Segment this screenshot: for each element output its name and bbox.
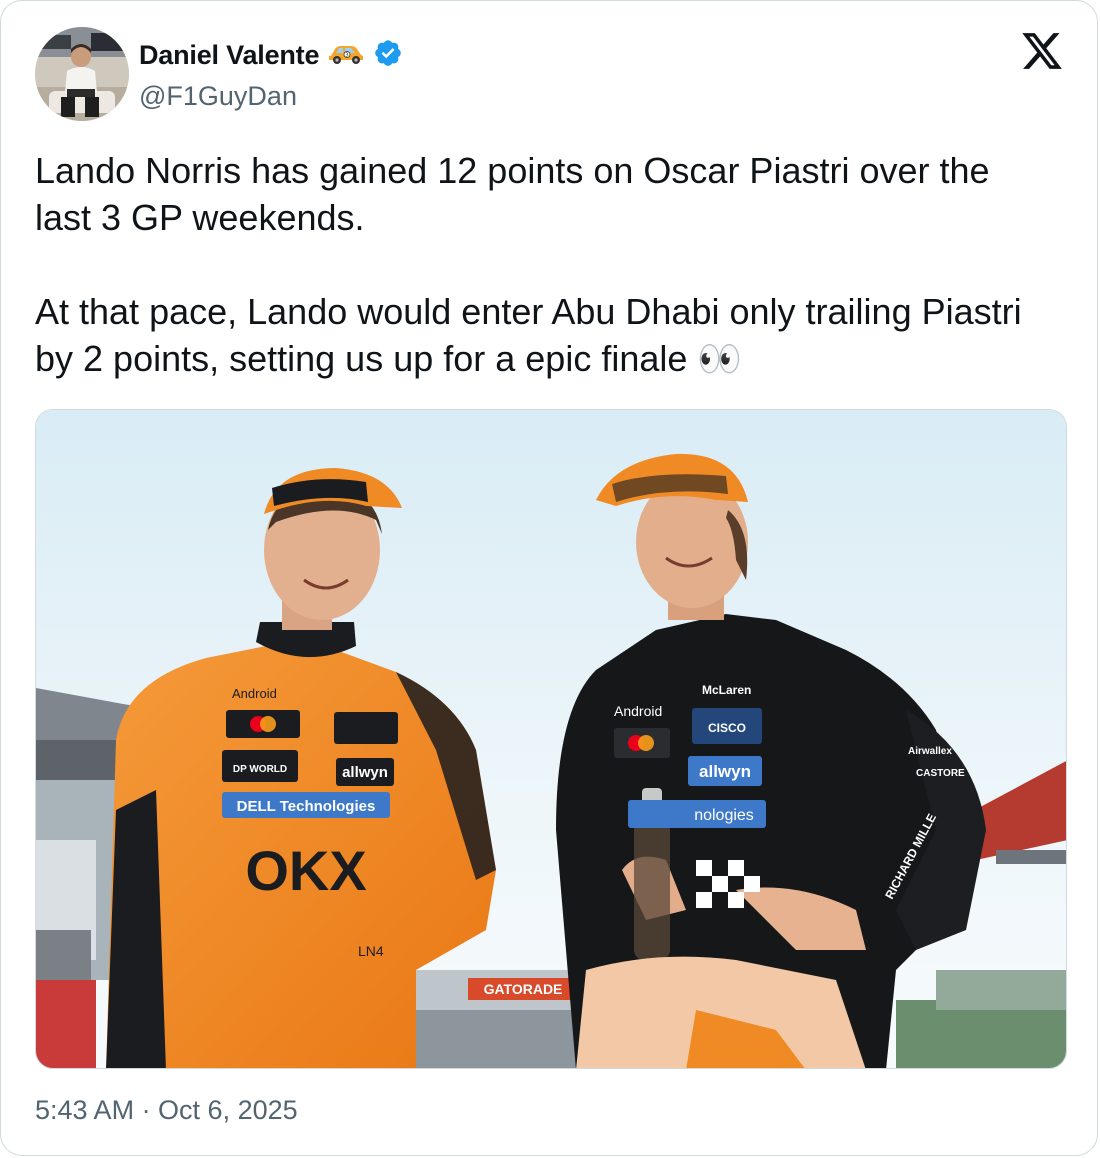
svg-text:LN4: LN4 [358, 943, 384, 959]
avatar[interactable] [35, 27, 129, 121]
timestamp[interactable]: 5:43 AM · Oct 6, 2025 [35, 1095, 298, 1126]
svg-text:DP WORLD: DP WORLD [233, 764, 287, 775]
x-logo-icon[interactable] [1019, 29, 1065, 73]
tweet-card: Daniel Valente 3 @F1GuyDan Lando Norris … [0, 0, 1098, 1156]
svg-text:Android: Android [614, 703, 662, 719]
svg-text:nologies: nologies [694, 807, 754, 824]
svg-text:McLaren: McLaren [702, 683, 751, 697]
tweet-photo[interactable]: GATORADE Android allwyn DP WORLD DELL Te… [35, 409, 1067, 1069]
avatar-photo-icon [35, 27, 129, 121]
tweet-paragraph: Lando Norris has gained 12 points on Osc… [35, 150, 990, 238]
svg-text:allwyn: allwyn [342, 764, 388, 781]
svg-text:Android: Android [232, 686, 277, 701]
svg-text:OKX: OKX [245, 839, 366, 902]
author-name[interactable]: Daniel Valente [139, 40, 319, 71]
tweet-text: Lando Norris has gained 12 points on Osc… [35, 147, 1045, 382]
tweet-paragraph: At that pace, Lando would enter Abu Dhab… [35, 291, 1022, 379]
svg-text:CISCO: CISCO [708, 721, 746, 735]
author-name-row[interactable]: Daniel Valente 3 [139, 35, 403, 75]
verified-badge-icon [373, 38, 403, 73]
svg-text:DELL Technologies: DELL Technologies [237, 798, 376, 815]
svg-text:Airwallex: Airwallex [908, 746, 952, 757]
drivers-photo: GATORADE Android allwyn DP WORLD DELL Te… [36, 410, 1066, 1068]
gatorade-banner: GATORADE [484, 981, 563, 997]
svg-text:CASTORE: CASTORE [916, 768, 965, 779]
race-car-emoji-icon: 3 [327, 41, 365, 70]
svg-text:3: 3 [346, 52, 349, 58]
author-handle[interactable]: @F1GuyDan [139, 81, 297, 112]
svg-text:allwyn: allwyn [699, 762, 751, 781]
